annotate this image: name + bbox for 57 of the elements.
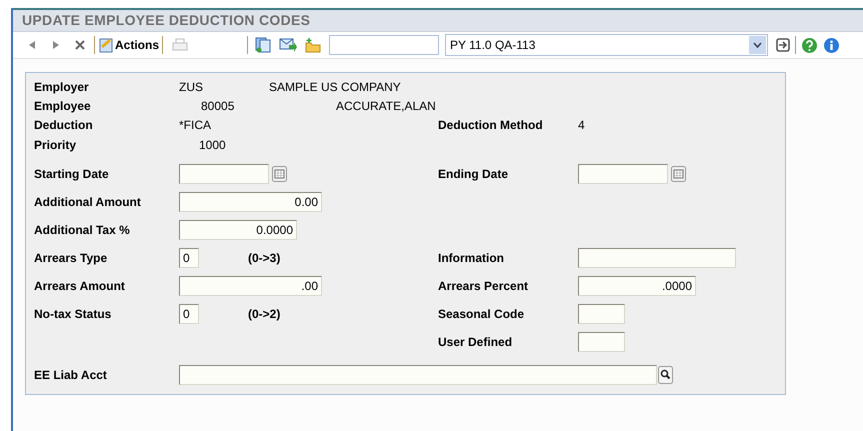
input-field[interactable]: 0 (179, 248, 199, 268)
copy-icon[interactable] (255, 37, 272, 53)
range-hint: (0->3) (248, 250, 280, 267)
document-icon (98, 37, 114, 53)
field-label: Priority (34, 136, 76, 154)
field-label: Additional Amount (34, 194, 141, 211)
new-folder-icon[interactable] (305, 38, 322, 52)
field-label: Ending Date (438, 166, 508, 183)
field-label: No-tax Status (34, 306, 112, 323)
back-icon[interactable] (29, 41, 35, 49)
field-label: Employee (34, 98, 91, 114)
help-icon[interactable] (802, 38, 818, 52)
product-dropdown[interactable]: PY 11.0 QA-113 (445, 34, 768, 56)
search-field[interactable] (329, 35, 440, 55)
field-value: 4 (578, 116, 585, 134)
field-label: EE Liab Acct (34, 367, 107, 384)
field-label: Information (438, 250, 504, 267)
field-label: Arrears Percent (438, 278, 528, 295)
field-label: Employer (34, 78, 89, 96)
input-field[interactable] (578, 332, 625, 352)
field-label: User Defined (438, 334, 512, 351)
window-title: UPDATE EMPLOYEE DEDUCTION CODES (22, 11, 310, 30)
input-field[interactable]: 0 (179, 304, 199, 324)
field-value: 80005 (201, 98, 234, 114)
field-value: ZUS (179, 78, 203, 96)
input-field[interactable]: 0.00 (179, 192, 322, 212)
input-field[interactable] (578, 304, 625, 324)
search-icon[interactable] (658, 366, 673, 384)
field-label: Deduction (34, 116, 93, 134)
input-field[interactable] (179, 365, 657, 385)
dropdown-value: PY 11.0 QA-113 (450, 37, 536, 54)
field-value: 1000 (199, 136, 226, 154)
input-field[interactable] (179, 164, 269, 184)
range-hint: (0->2) (248, 306, 280, 323)
input-field[interactable]: .00 (179, 276, 322, 296)
mail-icon[interactable] (279, 38, 298, 52)
input-field[interactable] (578, 164, 668, 184)
field-label: Arrears Amount (34, 278, 125, 295)
calendar-icon[interactable] (272, 166, 287, 182)
field-label: Additional Tax % (34, 222, 130, 239)
field-label: Starting Date (34, 166, 109, 183)
actions-button[interactable]: Actions (98, 35, 160, 55)
field-value: *FICA (179, 116, 212, 134)
forward-icon[interactable] (53, 41, 59, 49)
sign-in-icon[interactable] (776, 38, 790, 52)
field-value: SAMPLE US COMPANY (269, 78, 401, 96)
close-icon[interactable] (75, 40, 85, 50)
dropdown-caret-icon[interactable] (749, 36, 766, 54)
field-label: Arrears Type (34, 250, 108, 267)
info-icon[interactable] (824, 38, 840, 52)
field-value: ACCURATE,ALAN (336, 98, 436, 114)
input-field[interactable] (578, 248, 736, 268)
input-field[interactable]: .0000 (578, 276, 696, 296)
input-field[interactable]: 0.0000 (179, 220, 297, 240)
field-label: Deduction Method (438, 116, 543, 134)
field-label: Seasonal Code (438, 306, 524, 323)
calendar-icon[interactable] (671, 166, 686, 182)
